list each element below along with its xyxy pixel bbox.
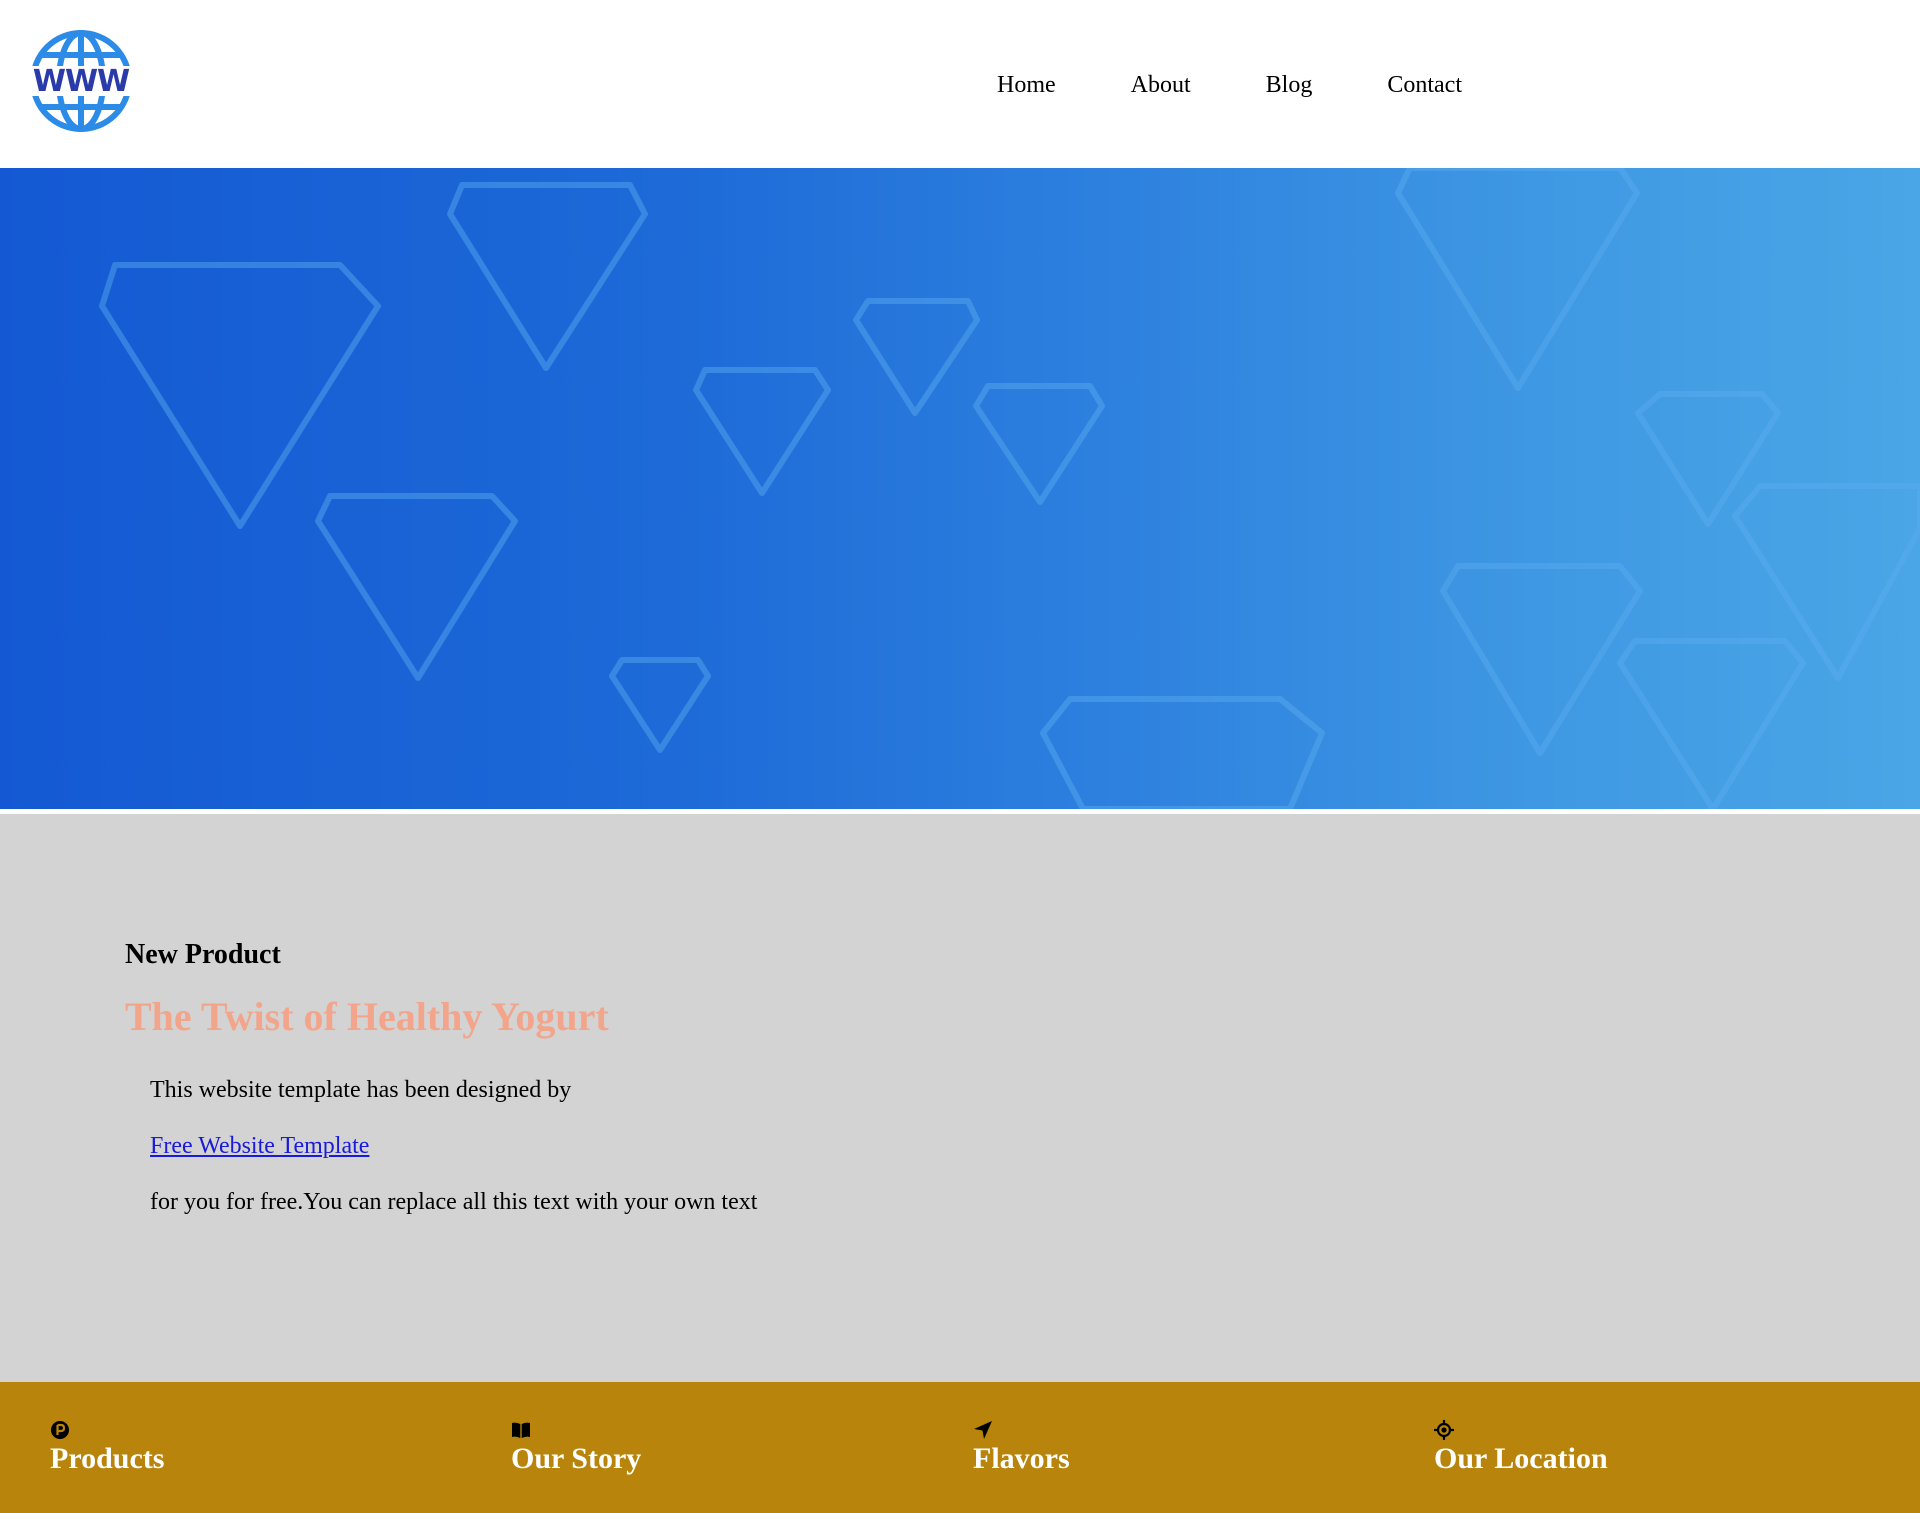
nav-blog-link[interactable]: Blog [1266,68,1313,102]
globe-www-logo-icon[interactable]: WWW [29,29,133,133]
feature-products-label: Products [50,1442,165,1475]
location-arrow-icon [974,1421,992,1439]
nav-contact-link[interactable]: Contact [1387,68,1462,102]
feature-our-story[interactable]: Our Story [511,1420,641,1476]
feature-our-location[interactable]: Our Location [1434,1420,1608,1476]
book-icon [512,1422,530,1438]
product-section: New Product The Twist of Healthy Yogurt … [0,814,1920,1382]
site-header: WWW Home About Blog Contact [0,0,1920,168]
diamond-pattern-decoration [99,168,1920,809]
outro-text: for you for free.You can replace all thi… [150,1189,758,1215]
product-headline: The Twist of Healthy Yogurt [125,994,609,1039]
free-template-link[interactable]: Free Website Template [150,1133,369,1160]
feature-flavors-label: Flavors [973,1442,1070,1475]
product-p-icon [51,1421,69,1439]
hero-banner [0,168,1920,809]
crosshair-icon [1434,1420,1454,1440]
section-eyebrow: New Product [125,939,281,970]
intro-text: This website template has been designed … [150,1077,572,1103]
feature-our-story-label: Our Story [511,1442,642,1475]
feature-our-location-label: Our Location [1434,1442,1608,1475]
feature-products[interactable]: Products [50,1420,164,1476]
logo-text: WWW [33,64,130,99]
nav-home-link[interactable]: Home [997,68,1056,102]
main-nav: Home About Blog Contact [997,68,1462,102]
features-bar: Products Our Story Flavors Our Location [0,1382,1920,1513]
feature-flavors[interactable]: Flavors [973,1420,1070,1476]
nav-about-link[interactable]: About [1131,68,1191,102]
